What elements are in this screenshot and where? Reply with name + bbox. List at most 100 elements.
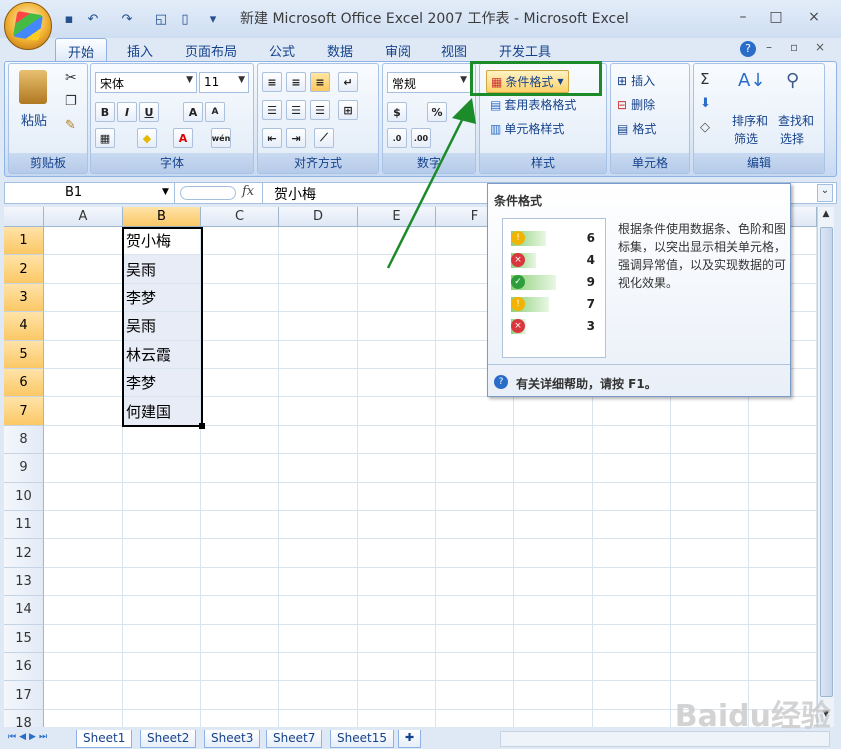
- cut-icon[interactable]: ✂: [65, 70, 77, 86]
- sort-filter-label-1[interactable]: 排序和: [732, 112, 768, 129]
- paste-button[interactable]: 粘贴: [21, 110, 47, 129]
- cell[interactable]: [279, 681, 358, 710]
- cell[interactable]: [436, 454, 514, 483]
- cell[interactable]: [44, 482, 123, 511]
- cell[interactable]: [279, 454, 358, 483]
- cell[interactable]: [279, 369, 358, 398]
- cell[interactable]: [44, 397, 123, 426]
- cell[interactable]: [671, 624, 749, 653]
- fill-color-button[interactable]: ◆: [137, 128, 157, 148]
- cell[interactable]: [671, 539, 749, 568]
- cell[interactable]: [44, 454, 123, 483]
- cell[interactable]: [671, 596, 749, 625]
- column-header-a[interactable]: A: [44, 207, 123, 227]
- cell[interactable]: [44, 227, 123, 256]
- clear-icon[interactable]: ◇: [700, 120, 710, 135]
- cell[interactable]: [749, 425, 817, 455]
- cell[interactable]: [749, 482, 817, 511]
- cell[interactable]: [279, 596, 358, 625]
- row-header[interactable]: 5: [4, 340, 44, 369]
- cell[interactable]: [123, 709, 201, 727]
- tab-insert[interactable]: 插入: [118, 38, 162, 62]
- wrap-text-icon[interactable]: ↵: [338, 72, 358, 92]
- cell[interactable]: [593, 567, 671, 597]
- format-painter-icon[interactable]: ✎: [65, 118, 76, 133]
- cell[interactable]: [514, 653, 593, 682]
- qat-customize-icon[interactable]: ▾: [204, 10, 222, 28]
- sheet-tab-5[interactable]: Sheet15: [330, 730, 394, 748]
- cell[interactable]: [279, 312, 358, 341]
- format-button[interactable]: ▤ 格式: [617, 120, 656, 137]
- cell[interactable]: [201, 397, 279, 426]
- row-header[interactable]: 18: [4, 709, 44, 727]
- cell[interactable]: 吴雨: [123, 255, 201, 284]
- sheet-tab-3[interactable]: Sheet3: [204, 730, 261, 748]
- save-icon[interactable]: ▪: [60, 10, 78, 28]
- tab-view[interactable]: 视图: [432, 38, 476, 62]
- cell[interactable]: [358, 653, 436, 682]
- select-all-corner[interactable]: [4, 207, 44, 227]
- decrease-indent-icon[interactable]: ⇤: [262, 128, 282, 148]
- sheet-nav-icon[interactable]: ⏮◀▶⏭: [8, 732, 50, 742]
- cell[interactable]: [514, 567, 593, 597]
- cell[interactable]: [436, 397, 514, 426]
- cell[interactable]: [593, 397, 671, 426]
- formula-bar-splitter[interactable]: [180, 186, 236, 200]
- cell[interactable]: [279, 624, 358, 653]
- cell[interactable]: [201, 567, 279, 597]
- italic-button[interactable]: I: [117, 102, 137, 122]
- row-header[interactable]: 11: [4, 511, 44, 540]
- cell[interactable]: [593, 653, 671, 682]
- cell[interactable]: 林云霞: [123, 340, 201, 369]
- cell[interactable]: [44, 567, 123, 597]
- cell[interactable]: [358, 624, 436, 653]
- row-header[interactable]: 8: [4, 425, 44, 455]
- cell[interactable]: [201, 511, 279, 540]
- fill-icon[interactable]: ⬇: [700, 96, 711, 111]
- column-header-c[interactable]: C: [201, 207, 279, 227]
- cell[interactable]: [593, 624, 671, 653]
- cell[interactable]: [279, 539, 358, 568]
- cell[interactable]: [436, 681, 514, 710]
- delete-button[interactable]: ⊟ 删除: [617, 96, 655, 113]
- border-button[interactable]: ▦: [95, 128, 115, 148]
- fx-icon[interactable]: fx: [242, 184, 254, 199]
- cell[interactable]: [593, 454, 671, 483]
- cell[interactable]: [593, 482, 671, 511]
- cell[interactable]: [279, 397, 358, 426]
- cell[interactable]: [44, 511, 123, 540]
- ribbon-restore-icon[interactable]: ▫: [790, 40, 798, 54]
- cell[interactable]: [44, 340, 123, 369]
- row-header[interactable]: 2: [4, 255, 44, 284]
- cell[interactable]: [201, 539, 279, 568]
- undo-icon[interactable]: ↶: [84, 10, 102, 28]
- format-as-table-button[interactable]: ▤ 套用表格格式: [490, 96, 576, 113]
- sheet-tab-4[interactable]: Sheet7: [266, 730, 323, 748]
- cell[interactable]: [593, 539, 671, 568]
- column-header-b[interactable]: B: [123, 207, 201, 227]
- cell[interactable]: [514, 709, 593, 727]
- cell[interactable]: [436, 596, 514, 625]
- cell[interactable]: [44, 283, 123, 313]
- row-header[interactable]: 3: [4, 283, 44, 313]
- tab-data[interactable]: 数据: [318, 38, 362, 62]
- cell[interactable]: [201, 709, 279, 727]
- cell[interactable]: [358, 369, 436, 398]
- cell[interactable]: [123, 624, 201, 653]
- cell[interactable]: [44, 425, 123, 455]
- cell[interactable]: [436, 539, 514, 568]
- row-header[interactable]: 12: [4, 539, 44, 568]
- cell[interactable]: [436, 482, 514, 511]
- cell[interactable]: [358, 539, 436, 568]
- cell[interactable]: [201, 369, 279, 398]
- row-header[interactable]: 17: [4, 681, 44, 710]
- merge-center-icon[interactable]: ⊞: [338, 100, 358, 120]
- cell[interactable]: [358, 454, 436, 483]
- cell[interactable]: [358, 425, 436, 455]
- cell[interactable]: [749, 539, 817, 568]
- cell[interactable]: [44, 653, 123, 682]
- autosum-icon[interactable]: Σ: [700, 70, 709, 88]
- cell[interactable]: [201, 340, 279, 369]
- cell[interactable]: [279, 227, 358, 256]
- cell[interactable]: [279, 283, 358, 313]
